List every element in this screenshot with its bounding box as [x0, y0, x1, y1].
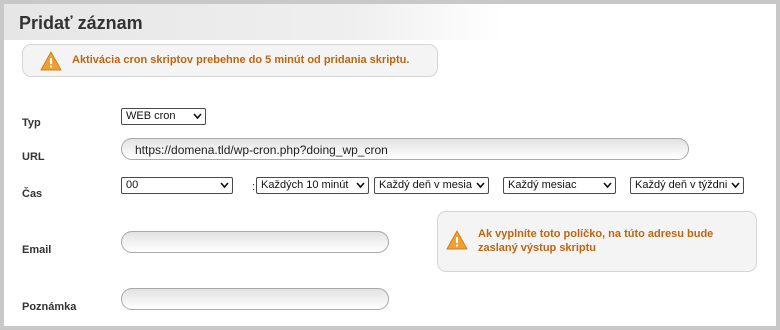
month-select[interactable]: Každý mesiac	[503, 177, 616, 194]
notice-text: Aktivácia cron skriptov prebehne do 5 mi…	[72, 54, 410, 66]
type-select-value: WEB cron	[126, 110, 176, 122]
chevron-down-icon	[731, 182, 740, 189]
chevron-down-icon	[356, 182, 365, 189]
day-of-month-select-value: Každý deň v mesia	[379, 179, 472, 191]
warning-icon	[446, 230, 468, 250]
note-input[interactable]	[121, 288, 389, 310]
email-input[interactable]	[121, 231, 389, 253]
chevron-down-icon	[193, 113, 202, 120]
page-title: Pridať záznam	[19, 13, 143, 33]
email-label: Email	[22, 244, 52, 256]
chevron-down-icon	[220, 182, 229, 189]
email-hint-text: Ak vyplníte toto políčko, na túto adresu…	[478, 228, 714, 254]
interval-select[interactable]: Každých 10 minút	[256, 177, 369, 194]
minute-select[interactable]: 00	[121, 177, 233, 194]
day-of-week-select-value: Každý deň v týždni	[635, 179, 728, 191]
month-select-value: Každý mesiac	[508, 179, 577, 191]
url-input[interactable]: https://domena.tld/wp-cron.php?doing_wp_…	[121, 138, 689, 160]
add-record-panel: Pridať záznam Aktivácia cron skriptov pr…	[4, 4, 776, 326]
time-separator: :	[252, 181, 256, 193]
type-label: Typ	[22, 117, 41, 129]
day-of-month-select[interactable]: Každý deň v mesia	[374, 177, 489, 194]
cron-activation-notice: Aktivácia cron skriptov prebehne do 5 mi…	[22, 44, 438, 77]
url-label: URL	[22, 151, 45, 163]
note-label: Poznámka	[22, 301, 77, 313]
warning-icon	[40, 51, 62, 71]
day-of-week-select[interactable]: Každý deň v týždni	[630, 177, 744, 194]
time-label: Čas	[22, 188, 43, 200]
minute-select-value: 00	[126, 179, 139, 191]
url-input-value: https://domena.tld/wp-cron.php?doing_wp_…	[135, 143, 388, 157]
chevron-down-icon	[603, 182, 612, 189]
chevron-down-icon	[476, 182, 485, 189]
email-hint-notice: Ak vyplníte toto políčko, na túto adresu…	[437, 211, 757, 272]
interval-select-value: Každých 10 minút	[261, 179, 349, 191]
type-select[interactable]: WEB cron	[121, 108, 206, 125]
